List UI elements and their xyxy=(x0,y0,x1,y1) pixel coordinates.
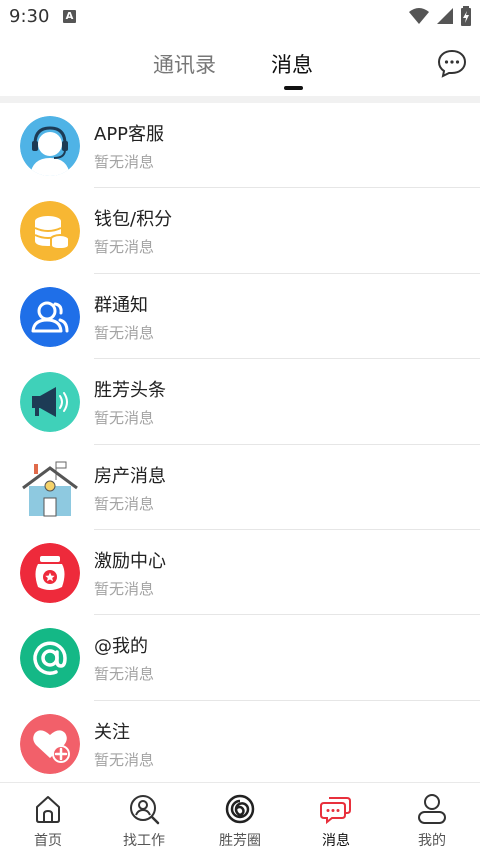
nav-label: 胜芳圈 xyxy=(219,833,261,849)
nav-item-circle[interactable]: 胜芳圈 xyxy=(192,783,288,854)
status-bar: 9:30 A xyxy=(0,0,480,34)
nav-item-mine[interactable]: 我的 xyxy=(384,783,480,854)
home-icon xyxy=(36,796,60,823)
nav-item-messages[interactable]: 消息 xyxy=(288,783,384,854)
tab-contacts[interactable]: 通讯录 xyxy=(153,50,216,80)
status-time: 9:30 xyxy=(9,6,50,27)
message-item-real-estate[interactable]: 房产消息 暂无消息 xyxy=(0,445,480,530)
job-search-icon xyxy=(130,795,160,825)
message-subtitle: 暂无消息 xyxy=(94,665,155,684)
customer-service-icon xyxy=(20,116,80,176)
messages-icon xyxy=(320,797,351,825)
message-subtitle: 暂无消息 xyxy=(94,153,155,171)
message-title: 激励中心 xyxy=(94,550,166,572)
wallet-coins-icon xyxy=(20,201,80,262)
status-icons xyxy=(408,6,472,26)
group-icon xyxy=(20,286,80,347)
reward-jar-icon xyxy=(20,542,80,603)
message-title: 房产消息 xyxy=(94,465,166,487)
active-tab-indicator xyxy=(284,86,303,90)
message-item-headlines[interactable]: 胜芳头条 暂无消息 xyxy=(0,359,480,445)
profile-icon xyxy=(418,794,446,824)
message-subtitle: 暂无消息 xyxy=(94,323,155,342)
bottom-nav: 首页 找工作 胜芳圈 消息 我的 xyxy=(0,782,480,854)
message-subtitle: 暂无消息 xyxy=(94,579,155,598)
message-list: APP客服 暂无消息 钱包/积分 暂无消息 群通知 暂无消息 胜芳头条 暂无消息… xyxy=(0,103,480,786)
circle-swirl-icon xyxy=(225,794,255,824)
message-item-reward-center[interactable]: 激励中心 暂无消息 xyxy=(0,530,480,616)
nav-label: 找工作 xyxy=(123,833,165,849)
message-subtitle: 暂无消息 xyxy=(94,238,155,257)
nav-label: 首页 xyxy=(34,833,62,849)
message-title: APP客服 xyxy=(94,124,165,145)
message-item-customer-service[interactable]: APP客服 暂无消息 xyxy=(0,103,480,189)
battery-icon xyxy=(461,6,471,26)
message-item-group-notice[interactable]: 群通知 暂无消息 xyxy=(0,274,480,360)
chat-bubble-icon[interactable] xyxy=(436,48,468,78)
nav-label: 我的 xyxy=(418,833,446,849)
message-item-wallet[interactable]: 钱包/积分 暂无消息 xyxy=(0,188,480,274)
notification-badge: A xyxy=(63,10,76,23)
message-title: 胜芳头条 xyxy=(94,380,166,402)
message-item-follow[interactable]: 关注 暂无消息 xyxy=(0,701,480,786)
message-item-mentions[interactable]: @我的 暂无消息 xyxy=(0,615,480,701)
nav-item-find-job[interactable]: 找工作 xyxy=(96,783,192,854)
wifi-icon xyxy=(409,8,429,24)
message-subtitle: 暂无消息 xyxy=(94,494,155,513)
message-title: 群通知 xyxy=(94,294,148,316)
signal-icon xyxy=(437,8,453,24)
tab-messages[interactable]: 消息 xyxy=(271,50,313,80)
header-divider xyxy=(0,96,480,103)
nav-item-home[interactable]: 首页 xyxy=(0,783,96,854)
heart-plus-icon xyxy=(20,713,80,774)
megaphone-icon xyxy=(20,372,80,433)
message-title: 钱包/积分 xyxy=(94,209,173,231)
message-title: @我的 xyxy=(94,636,148,658)
message-subtitle: 暂无消息 xyxy=(94,750,155,769)
message-subtitle: 暂无消息 xyxy=(94,409,155,428)
house-icon xyxy=(20,458,80,518)
header: 通讯录 消息 xyxy=(0,34,480,96)
message-title: 关注 xyxy=(94,721,130,743)
nav-label: 消息 xyxy=(322,833,350,849)
at-sign-icon xyxy=(20,628,80,689)
